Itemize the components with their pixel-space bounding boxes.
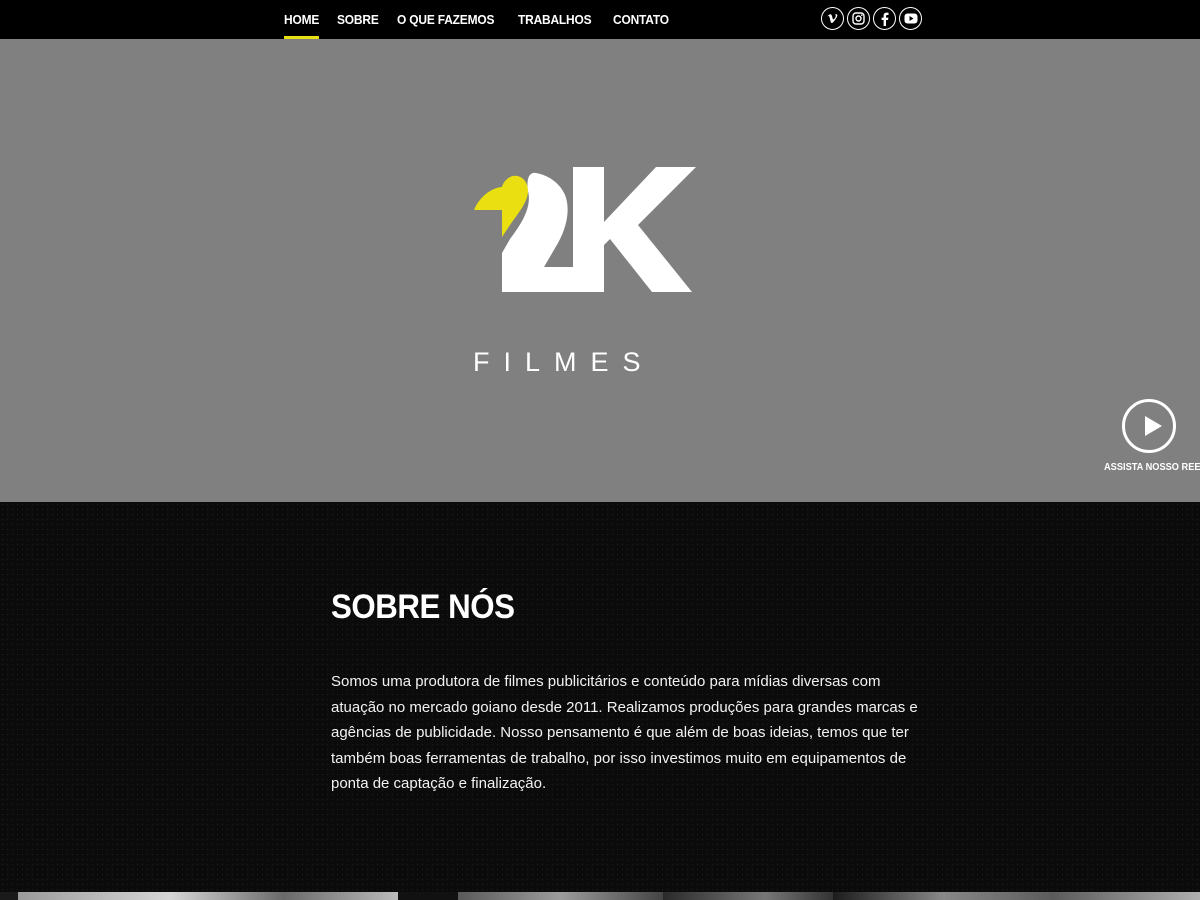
nav-item-home[interactable]: HOME bbox=[284, 0, 320, 39]
about-section: SOBRE NÓS Somos uma produtora de filmes … bbox=[0, 502, 1200, 892]
gallery-thumb[interactable] bbox=[833, 892, 1200, 900]
main-nav: HOME SOBRE O QUE FAZEMOS TRABALHOS CONTA… bbox=[284, 0, 689, 39]
gallery-thumb[interactable] bbox=[663, 892, 833, 900]
youtube-icon[interactable] bbox=[899, 7, 922, 30]
hero-banner: FILMES ASSISTA NOSSO REEL bbox=[0, 39, 1200, 502]
about-title: SOBRE NÓS bbox=[331, 588, 515, 626]
nav-item-trabalhos[interactable]: TRABALHOS bbox=[518, 0, 592, 39]
reel-label[interactable]: ASSISTA NOSSO REEL bbox=[1104, 461, 1200, 473]
top-navbar: HOME SOBRE O QUE FAZEMOS TRABALHOS CONTA… bbox=[0, 0, 1200, 39]
play-icon[interactable] bbox=[1122, 399, 1176, 453]
nav-item-contato[interactable]: CONTATO bbox=[613, 0, 669, 39]
2k-filmes-logo bbox=[474, 167, 696, 292]
vimeo-icon[interactable] bbox=[821, 7, 844, 30]
social-links bbox=[821, 7, 922, 30]
gallery-thumb[interactable] bbox=[18, 892, 398, 900]
about-paragraph: Somos uma produtora de filmes publicitár… bbox=[331, 673, 918, 792]
gallery-thumb[interactable] bbox=[398, 892, 458, 900]
nav-item-o-que-fazemos[interactable]: O QUE FAZEMOS bbox=[397, 0, 494, 39]
gallery-thumb[interactable] bbox=[458, 892, 663, 900]
nav-item-sobre[interactable]: SOBRE bbox=[337, 0, 379, 39]
gallery-strip bbox=[0, 892, 1200, 900]
watch-reel-button[interactable]: ASSISTA NOSSO REEL bbox=[1098, 399, 1200, 473]
instagram-icon[interactable] bbox=[847, 7, 870, 30]
gallery-thumb[interactable] bbox=[0, 892, 18, 900]
facebook-icon[interactable] bbox=[873, 7, 896, 30]
logo-text: FILMES bbox=[473, 347, 655, 377]
